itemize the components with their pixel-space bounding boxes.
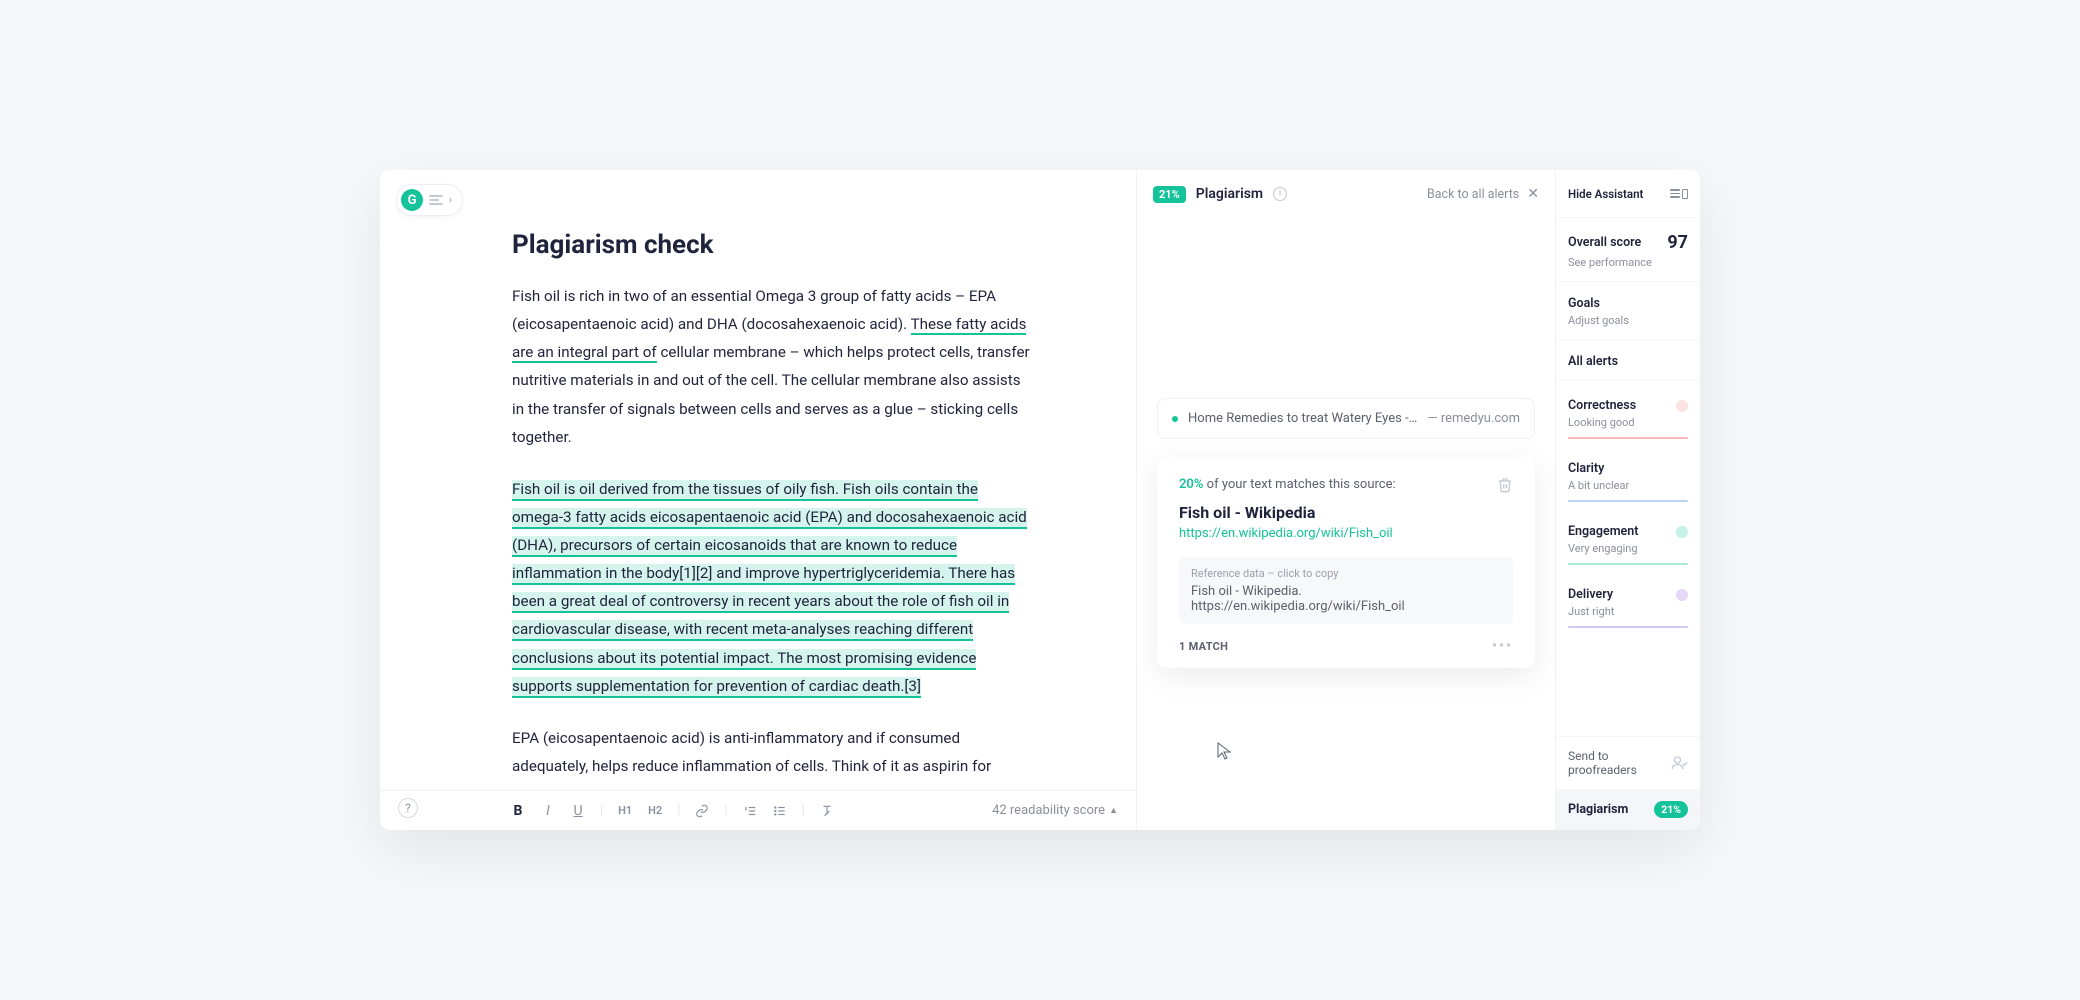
goals-sub: Adjust goals xyxy=(1568,314,1688,327)
hide-assistant-button[interactable]: Hide Assistant xyxy=(1556,170,1700,218)
match-count: 1 MATCH xyxy=(1179,640,1228,653)
plagiarism-percent-badge: 21% xyxy=(1153,186,1186,203)
proof-label: Send to proofreaders xyxy=(1568,749,1662,777)
document-title: Plagiarism check xyxy=(512,230,1036,260)
close-icon[interactable]: ✕ xyxy=(1527,186,1539,202)
h2-button[interactable]: H2 xyxy=(647,804,663,817)
info-icon[interactable]: i xyxy=(1273,187,1287,201)
source-dot-icon xyxy=(1172,416,1178,422)
alerts-header: 21% Plagiarism i Back to all alerts ✕ xyxy=(1137,170,1555,218)
back-label: Back to all alerts xyxy=(1427,187,1519,202)
para2-highlight[interactable]: Fish oil is oil derived from the tissues… xyxy=(512,480,1027,698)
send-to-proofreaders-button[interactable]: Send to proofreaders xyxy=(1556,736,1700,789)
alerts-body: Home Remedies to treat Watery Eyes - R… … xyxy=(1137,218,1555,830)
numbered-list-button[interactable] xyxy=(742,804,758,818)
separator: | xyxy=(802,803,805,818)
clear-format-icon xyxy=(820,804,834,818)
correctness-sub: Looking good xyxy=(1568,416,1688,429)
proofreader-icon xyxy=(1670,754,1688,772)
match-card: 20% of your text matches this source: Fi… xyxy=(1157,457,1535,668)
overall-score-label: Overall score xyxy=(1568,235,1641,250)
match-source-url[interactable]: https://en.wikipedia.org/wiki/Fish_oil xyxy=(1179,526,1513,541)
link-button[interactable] xyxy=(694,804,710,818)
numbered-list-icon xyxy=(743,804,757,818)
clarity-title: Clarity xyxy=(1568,461,1604,476)
reference-text: Fish oil - Wikipedia. https://en.wikiped… xyxy=(1191,584,1501,614)
collapse-panel-icon xyxy=(1670,189,1688,199)
chevron-right-icon: › xyxy=(449,195,452,206)
document-body[interactable]: Plagiarism check Fish oil is rich in two… xyxy=(380,170,1136,790)
goals-label: Goals xyxy=(1568,296,1688,311)
para3: EPA (eicosapentaenoic acid) is anti-infl… xyxy=(512,724,1032,780)
correctness-title: Correctness xyxy=(1568,398,1636,413)
caret-up-icon: ▲ xyxy=(1109,805,1118,816)
category-list: Correctness Looking good Clarity A bit u… xyxy=(1556,380,1700,638)
back-to-all-alerts[interactable]: Back to all alerts ✕ xyxy=(1427,186,1539,202)
reference-label: Reference data – click to copy xyxy=(1191,567,1501,580)
separator: | xyxy=(724,803,727,818)
separator: | xyxy=(600,803,603,818)
menu-icon xyxy=(429,195,443,205)
readability-score[interactable]: 42 readability score ▲ xyxy=(992,803,1118,818)
check-icon xyxy=(1676,400,1688,412)
source-domain: — remedyu.com xyxy=(1427,411,1520,426)
clarity-sub: A bit unclear xyxy=(1568,479,1688,492)
engagement-sub: Very engaging xyxy=(1568,542,1688,555)
readability-label: 42 readability score xyxy=(992,803,1105,818)
source-item[interactable]: Home Remedies to treat Watery Eyes - R… … xyxy=(1157,398,1535,439)
cursor-icon xyxy=(1217,742,1231,760)
hide-assistant-label: Hide Assistant xyxy=(1568,187,1643,201)
match-more-button[interactable]: ••• xyxy=(1492,638,1513,654)
match-source-title: Fish oil - Wikipedia xyxy=(1179,503,1513,522)
alerts-title: Plagiarism xyxy=(1196,186,1263,202)
check-icon xyxy=(1676,589,1688,601)
plagiarism-nav-label: Plagiarism xyxy=(1568,802,1628,817)
category-clarity[interactable]: Clarity A bit unclear xyxy=(1556,449,1700,512)
source-title: Home Remedies to treat Watery Eyes - R… xyxy=(1188,411,1417,426)
match-percent: 20% xyxy=(1179,477,1203,492)
document-text: Fish oil is rich in two of an essential … xyxy=(512,282,1032,780)
link-icon xyxy=(695,804,709,818)
delivery-title: Delivery xyxy=(1568,587,1613,602)
underline-button[interactable]: U xyxy=(570,803,586,819)
trash-icon xyxy=(1497,477,1513,493)
overall-score-value: 97 xyxy=(1667,232,1688,253)
category-correctness[interactable]: Correctness Looking good xyxy=(1556,386,1700,449)
reference-copy-box[interactable]: Reference data – click to copy Fish oil … xyxy=(1179,557,1513,624)
grammarly-logo-icon: G xyxy=(401,189,423,211)
plagiarism-nav-button[interactable]: Plagiarism 21% xyxy=(1556,789,1700,830)
overall-score-sub: See performance xyxy=(1568,256,1688,269)
clear-formatting-button[interactable] xyxy=(819,804,835,818)
italic-button[interactable]: I xyxy=(540,803,556,819)
alerts-pane: 21% Plagiarism i Back to all alerts ✕ Ho… xyxy=(1136,170,1556,830)
delete-match-button[interactable] xyxy=(1497,477,1513,493)
assistant-pane: Hide Assistant Overall score 97 See perf… xyxy=(1556,170,1700,830)
app-menu-button[interactable]: G › xyxy=(396,184,463,216)
delivery-sub: Just right xyxy=(1568,605,1688,618)
match-percent-text: of your text matches this source: xyxy=(1203,477,1395,492)
format-toolbar: B I U | H1 H2 | | | 42 readability score xyxy=(380,790,1136,830)
bullet-list-icon xyxy=(773,804,787,818)
all-alerts-button[interactable]: All alerts xyxy=(1556,340,1700,380)
goals-block[interactable]: Goals Adjust goals xyxy=(1556,282,1700,340)
overall-score-block[interactable]: Overall score 97 See performance xyxy=(1556,218,1700,282)
separator: | xyxy=(677,803,680,818)
bullet-list-button[interactable] xyxy=(772,804,788,818)
bold-button[interactable]: B xyxy=(510,803,526,819)
app-window: G › Plagiarism check Fish oil is rich in… xyxy=(380,170,1700,830)
category-delivery[interactable]: Delivery Just right xyxy=(1556,575,1700,638)
check-icon xyxy=(1676,526,1688,538)
editor-pane: G › Plagiarism check Fish oil is rich in… xyxy=(380,170,1136,830)
engagement-title: Engagement xyxy=(1568,524,1638,539)
category-engagement[interactable]: Engagement Very engaging xyxy=(1556,512,1700,575)
help-button[interactable]: ? xyxy=(398,798,418,818)
match-percent-line: 20% of your text matches this source: xyxy=(1179,477,1396,492)
h1-button[interactable]: H1 xyxy=(617,804,633,817)
plagiarism-nav-badge: 21% xyxy=(1654,801,1688,818)
